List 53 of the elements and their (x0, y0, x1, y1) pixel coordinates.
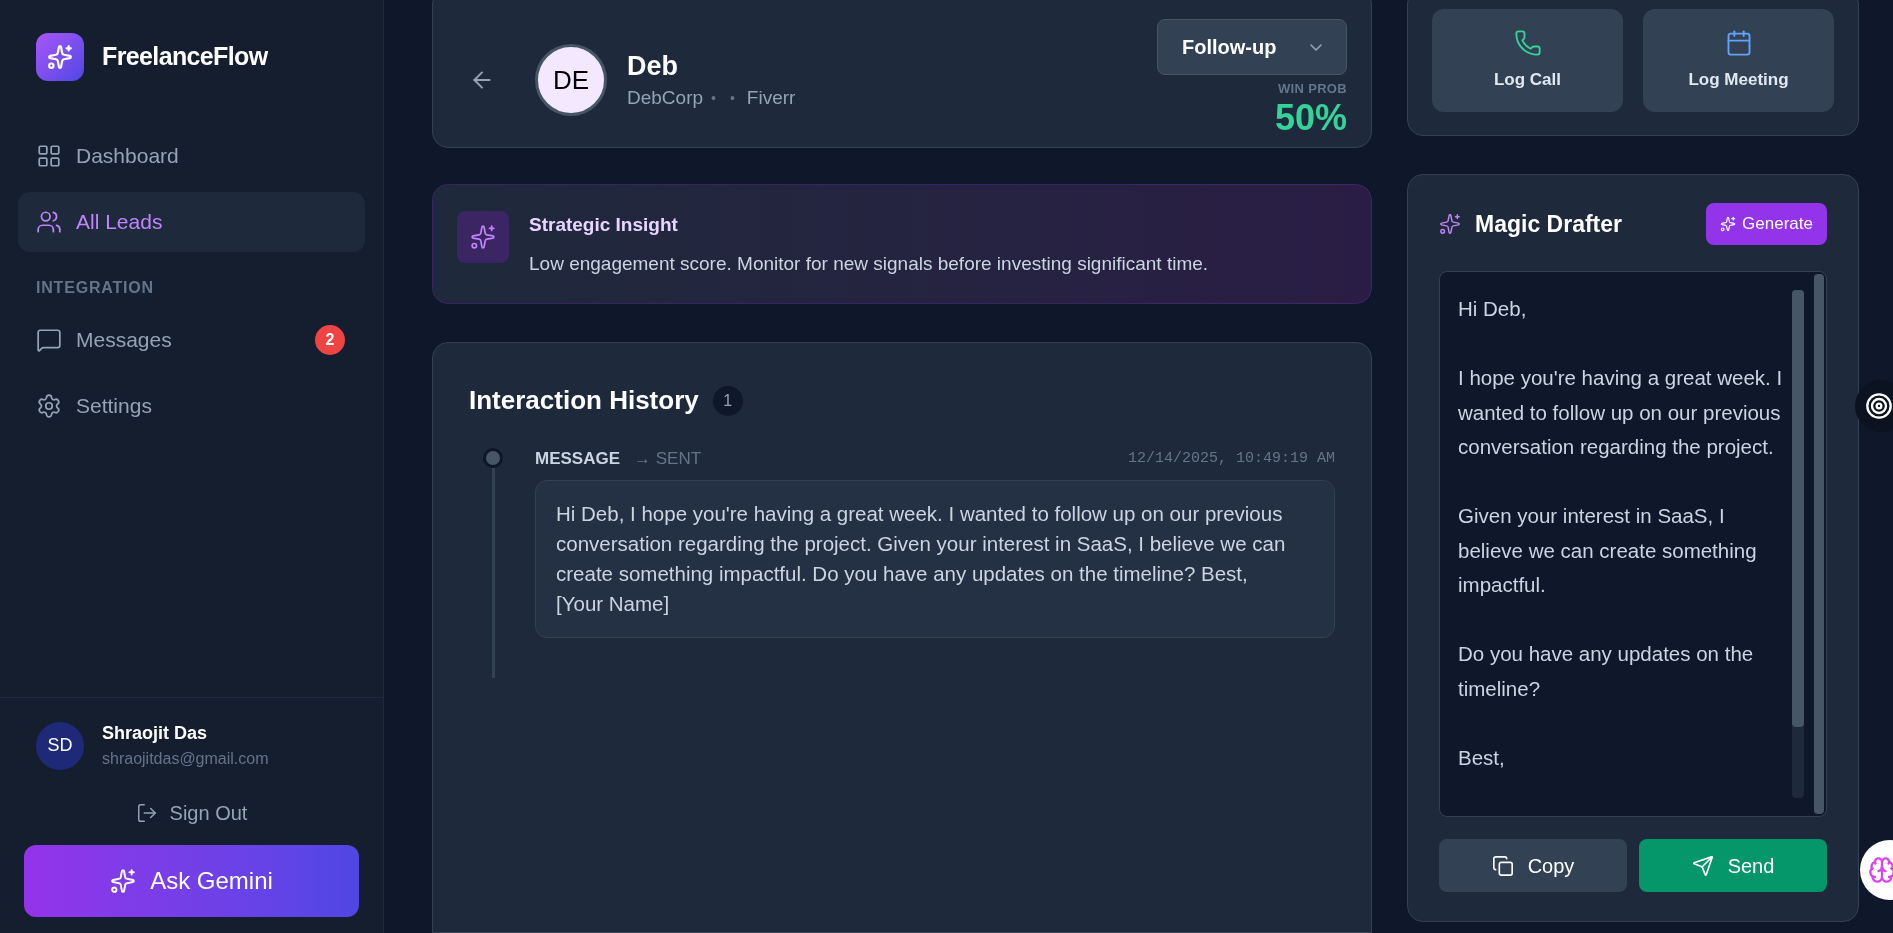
separator-dot: • (729, 88, 735, 108)
copy-button[interactable]: Copy (1439, 839, 1627, 892)
send-icon (1691, 854, 1714, 877)
speech-bubble-icon (36, 327, 62, 353)
log-action-button[interactable]: Log Call (1432, 9, 1623, 112)
sparkle-icon (1720, 216, 1737, 232)
win-probability-label: WIN PROB (1277, 80, 1347, 99)
message-text: Hi Deb, I hope you're having a great week. I wanted to follow up on our previous conversation regarding the project. Given your interest in SaaS, I believe we can create something impactful. Do you have any updates on the timeline? Best, [Your Name] (535, 480, 1335, 638)
chevron-down-icon (1310, 43, 1322, 51)
unread-count: 2 (315, 325, 345, 355)
log-action-button[interactable]: Log Meeting (1643, 9, 1834, 112)
count-badge: 1 (712, 385, 743, 416)
lead-source: Fiverr (746, 85, 796, 110)
stage-dropdown[interactable]: Follow-up (1157, 19, 1347, 76)
brain-icon (1868, 856, 1893, 884)
interaction-direction: → SENT (634, 448, 702, 471)
generate-button[interactable]: Generate (1706, 203, 1827, 245)
sparkle-icon (1439, 213, 1461, 235)
section-title: Magic Drafter (1475, 209, 1622, 239)
logo-icon (36, 33, 84, 81)
phone-icon (1513, 28, 1542, 57)
nav-item[interactable]: Messages 2 (18, 310, 365, 370)
draft-text-area[interactable]: Hi Deb, I hope you're having a great week. I wanted to follow up on our previous conversation regarding the project. Given your interest in SaaS, I believe we can create something impactful. Do you have any updates on the timeline? Best, (1439, 271, 1827, 817)
sign-out-icon (135, 802, 158, 824)
grid-icon (36, 143, 62, 169)
send-button[interactable]: Send (1639, 839, 1827, 892)
sign-out-button[interactable]: Sign Out (135, 793, 248, 833)
lead-avatar: DE (535, 44, 607, 116)
user-avatar: SD (36, 721, 84, 770)
brand-name: FreelanceFlow (102, 41, 268, 73)
insight-text: Low engagement score. Monitor for new signals before investing significant time. (529, 251, 1209, 276)
separator-dot: • (711, 88, 716, 108)
target-icon (1865, 392, 1893, 420)
user-name: Shraojit Das (102, 722, 209, 745)
sparkle-icon (110, 868, 137, 894)
user-email: shraojitdas@gmail.com (102, 749, 269, 769)
settings-icon (36, 393, 62, 419)
nav-item[interactable]: All Leads (18, 192, 365, 252)
company-name: DebCorp (627, 85, 704, 110)
lead-name: Deb (627, 49, 679, 83)
section-label: INTEGRATION (35, 278, 155, 298)
copy-icon (1491, 854, 1514, 877)
floating-target-button[interactable] (1855, 380, 1893, 432)
sparkle-icon (457, 211, 509, 263)
interaction-type: MESSAGE (535, 448, 621, 471)
users-icon (36, 209, 62, 235)
timestamp: 12/14/2025, 10:49:19 AM (1127, 448, 1335, 469)
insight-title: Strategic Insight (529, 213, 679, 237)
section-title: Interaction History (469, 384, 699, 417)
win-probability: 50% (1274, 98, 1347, 137)
nav-item[interactable]: Settings (18, 376, 365, 436)
ask-ai-button[interactable]: Ask Gemini (24, 845, 359, 917)
nav-item[interactable]: Dashboard (18, 126, 365, 186)
